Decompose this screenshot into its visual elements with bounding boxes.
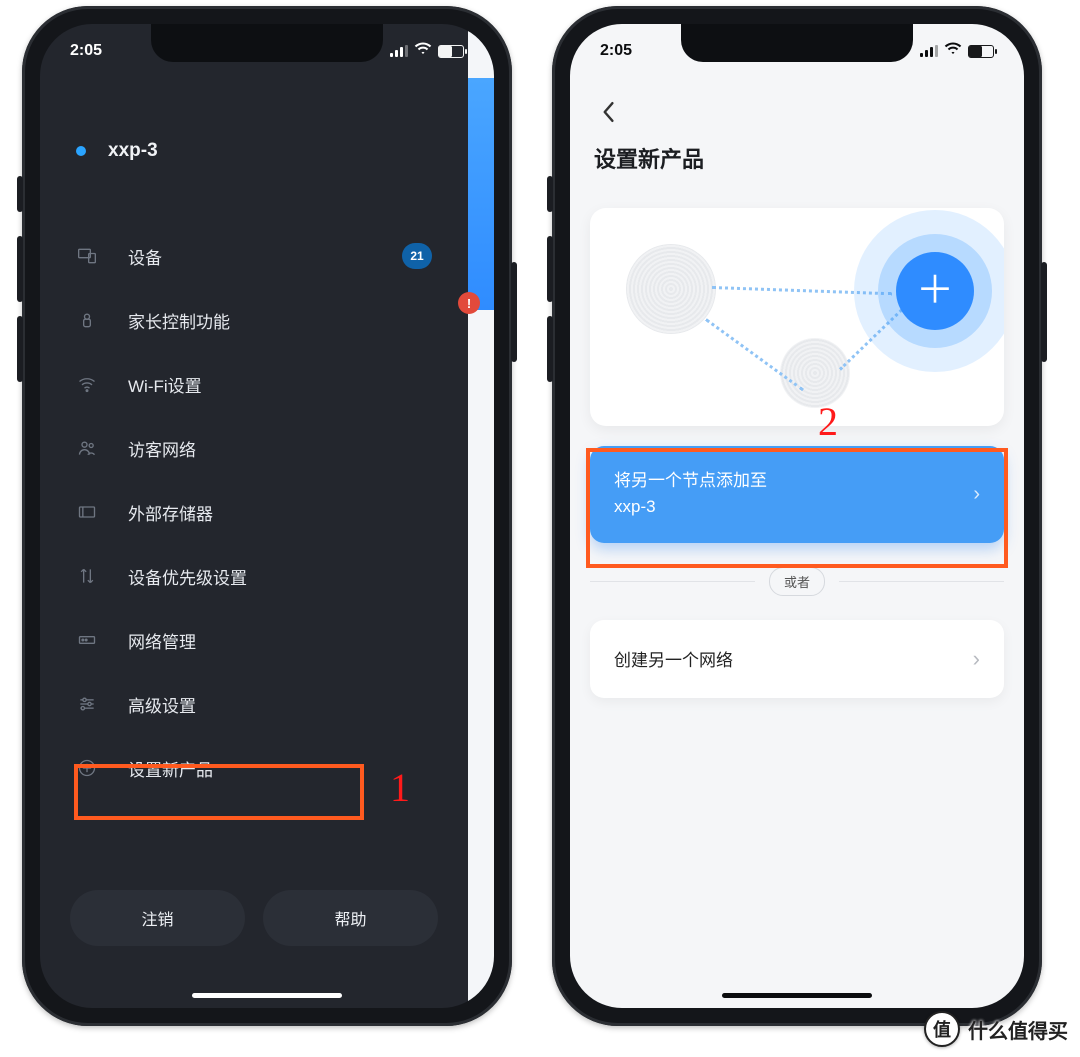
sliders-icon xyxy=(76,694,98,714)
battery-icon xyxy=(968,45,994,58)
network-name: xxp-3 xyxy=(108,140,158,162)
back-button[interactable] xyxy=(594,98,622,126)
or-label: 或者 xyxy=(769,567,825,596)
bottom-buttons: 注销 帮助 xyxy=(70,890,438,946)
add-node-line1: 将另一个节点添加至 xyxy=(614,468,973,494)
menu-priority[interactable]: 设备优先级设置 xyxy=(40,544,468,608)
watermark: 值 什么值得买 xyxy=(924,1011,1068,1047)
menu-advanced[interactable]: 高级设置 xyxy=(40,672,468,736)
lock-icon xyxy=(76,310,98,330)
home-indicator[interactable] xyxy=(722,993,872,998)
screen-right: 2:05 设置新产品 xyxy=(570,24,1024,1008)
home-indicator[interactable] xyxy=(192,993,342,998)
add-node-button[interactable]: 将另一个节点添加至 xxp-3 › xyxy=(590,446,1004,543)
plus-circle-icon xyxy=(76,758,98,778)
menu-label: Wi-Fi设置 xyxy=(128,372,432,397)
create-network-button[interactable]: 创建另一个网络 › xyxy=(590,620,1004,698)
network-icon xyxy=(76,630,98,650)
network-header[interactable]: xxp-3 xyxy=(76,140,158,162)
watermark-text: 什么值得买 xyxy=(968,1015,1068,1044)
screen-left: 2:05 ! xxp-3 xyxy=(40,24,494,1008)
storage-icon xyxy=(76,502,98,522)
page-header: 设置新产品 xyxy=(570,84,1024,174)
menu-guest[interactable]: 访客网络 xyxy=(40,416,468,480)
menu-storage[interactable]: 外部存储器 xyxy=(40,480,468,544)
menu-label: 高级设置 xyxy=(128,692,432,717)
status-icons xyxy=(920,42,994,60)
battery-icon xyxy=(438,45,464,58)
menu-wifi[interactable]: Wi-Fi设置 xyxy=(40,352,468,416)
logout-button[interactable]: 注销 xyxy=(70,890,245,946)
menu-label: 外部存储器 xyxy=(128,500,432,525)
chevron-right-icon: › xyxy=(973,483,980,506)
or-divider: 或者 xyxy=(590,567,1004,596)
cellular-icon xyxy=(920,45,938,57)
phone-right: 2:05 设置新产品 xyxy=(552,6,1042,1026)
menu-label: 设备 xyxy=(128,244,372,269)
mesh-illustration-card: ＋ xyxy=(590,208,1004,426)
page-body: ＋ 将另一个节点添加至 xxp-3 › 或者 创建另一个网络 › xyxy=(570,194,1024,1008)
wifi-settings-icon xyxy=(76,374,98,394)
menu-setup-new[interactable]: 设置新产品 xyxy=(40,736,468,800)
create-network-label: 创建另一个网络 xyxy=(614,646,973,671)
priority-icon xyxy=(76,566,98,586)
mesh-link-icon xyxy=(712,286,892,295)
devices-icon xyxy=(76,246,98,266)
page-title: 设置新产品 xyxy=(594,142,1000,174)
menu-parental[interactable]: 家长控制功能 xyxy=(40,288,468,352)
menu-label: 设备优先级设置 xyxy=(128,564,432,589)
add-node-icon: ＋ xyxy=(896,252,974,330)
status-dot-icon xyxy=(76,146,86,156)
phone-left: 2:05 ! xxp-3 xyxy=(22,6,512,1026)
menu-label: 家长控制功能 xyxy=(128,308,432,333)
menu-label: 网络管理 xyxy=(128,628,432,653)
menu-label: 设置新产品 xyxy=(128,756,432,781)
status-icons xyxy=(390,42,464,60)
wifi-icon xyxy=(414,41,432,59)
help-button[interactable]: 帮助 xyxy=(263,890,438,946)
cellular-icon xyxy=(390,45,408,57)
notch xyxy=(151,24,383,62)
sidebar-menu: 设备 21 家长控制功能 Wi-Fi设置 访客网络 外部存储器 xyxy=(40,224,468,800)
guest-icon xyxy=(76,438,98,458)
mesh-node-icon xyxy=(780,338,850,408)
wifi-icon xyxy=(944,41,962,59)
notch xyxy=(681,24,913,62)
add-node-line2: xxp-3 xyxy=(614,494,973,520)
status-time: 2:05 xyxy=(600,42,680,60)
mesh-node-icon xyxy=(626,244,716,334)
devices-count-badge: 21 xyxy=(402,243,432,269)
watermark-badge-icon: 值 xyxy=(924,1011,960,1047)
chevron-right-icon: › xyxy=(973,646,980,672)
menu-label: 访客网络 xyxy=(128,436,432,461)
background-peek: ! xyxy=(468,24,494,1008)
menu-netmgmt[interactable]: 网络管理 xyxy=(40,608,468,672)
menu-devices[interactable]: 设备 21 xyxy=(40,224,468,288)
status-time: 2:05 xyxy=(70,42,150,60)
add-node-text: 将另一个节点添加至 xxp-3 xyxy=(614,468,973,521)
